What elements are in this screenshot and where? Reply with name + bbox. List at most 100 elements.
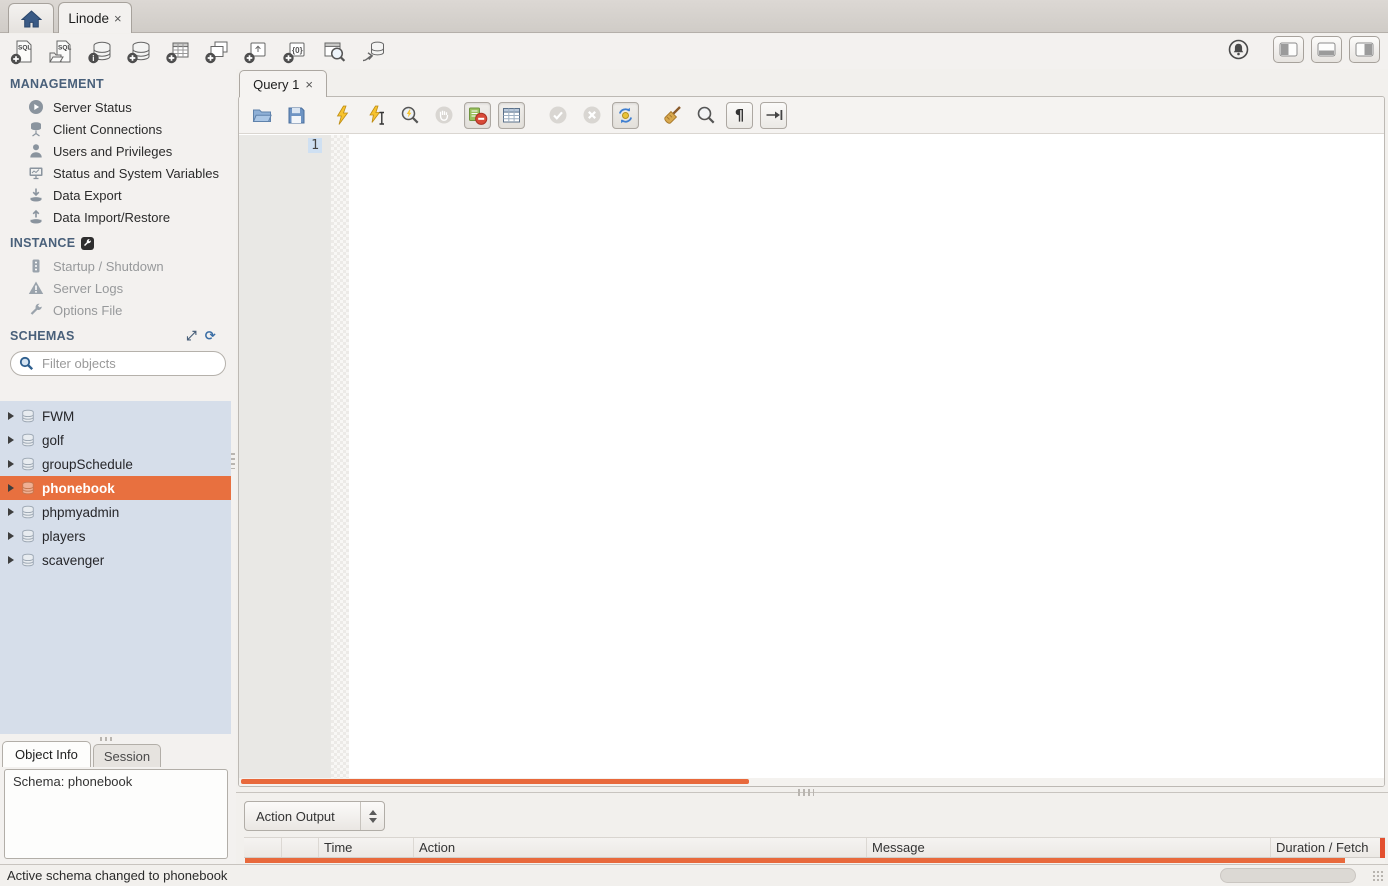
sidebar-item-options-file[interactable]: Options File (0, 299, 236, 321)
save-script-button[interactable] (282, 102, 309, 129)
stop-query-button[interactable] (430, 102, 457, 129)
data-export-icon (28, 187, 44, 203)
sidebar-item-label: Data Export (53, 188, 122, 203)
sidebar-item-data-import[interactable]: Data Import/Restore (0, 206, 236, 228)
schema-row-players[interactable]: players (0, 524, 231, 548)
sidebar-item-server-status[interactable]: Server Status (0, 96, 236, 118)
object-info-text: Schema: phonebook (13, 774, 132, 789)
schema-name: groupSchedule (42, 457, 133, 472)
output-vertical-scrollbar-thumb[interactable] (1380, 838, 1385, 858)
select-stepper[interactable] (360, 802, 384, 830)
expander-triangle-icon[interactable] (8, 460, 14, 468)
instance-title-label: INSTANCE (10, 236, 75, 250)
tab-object-info[interactable]: Object Info (2, 741, 91, 767)
toggle-bottom-panel-button[interactable] (1311, 36, 1342, 63)
output-hscroll-thumb[interactable] (245, 858, 1345, 863)
filter-objects-input[interactable] (40, 355, 220, 372)
create-view-button[interactable] (202, 38, 232, 66)
commit-button[interactable] (544, 102, 571, 129)
schema-tree: FWM golf groupSchedule phonebook phpmyad… (0, 401, 231, 734)
editor-toolbar: ¶ (239, 97, 1384, 134)
schema-row-phonebook[interactable]: phonebook (0, 476, 231, 500)
stepper-down-icon (369, 818, 377, 823)
database-info-button[interactable]: i (85, 38, 115, 66)
close-icon[interactable]: × (114, 12, 122, 25)
create-procedure-button[interactable] (241, 38, 271, 66)
sql-editor-panel: ¶ 1 (238, 96, 1385, 787)
reconnect-database-button[interactable] (358, 38, 388, 66)
notifications-icon[interactable] (1227, 38, 1250, 61)
home-tab[interactable] (8, 3, 54, 33)
output-type-select[interactable]: Action Output (244, 801, 385, 831)
output-splitter[interactable] (236, 788, 1388, 797)
sidebar-splitter-handle[interactable] (231, 453, 235, 469)
toggle-stop-on-error-button[interactable] (464, 102, 491, 129)
toggle-right-panel-icon (1355, 42, 1374, 57)
explain-plan-button[interactable] (396, 102, 423, 129)
new-sql-tab-button[interactable]: SQL (7, 38, 37, 66)
create-schema-button[interactable] (124, 38, 154, 66)
editor-hscroll-thumb[interactable] (241, 779, 749, 784)
editor-text-area[interactable] (349, 135, 1384, 778)
open-script-button[interactable] (248, 102, 275, 129)
expander-triangle-icon[interactable] (8, 532, 14, 540)
connection-tab-linode[interactable]: Linode × (58, 2, 132, 33)
column-header-time: Time (319, 838, 414, 857)
sidebar-item-status-system-variables[interactable]: Status and System Variables (0, 162, 236, 184)
toggle-left-panel-button[interactable] (1273, 36, 1304, 63)
execute-current-button[interactable] (362, 102, 389, 129)
rollback-button[interactable] (578, 102, 605, 129)
splitter-grip-icon[interactable] (798, 789, 814, 796)
sql-icon-label: SQL (18, 44, 31, 51)
schema-row-fwm[interactable]: FWM (0, 404, 231, 428)
schema-row-groupschedule[interactable]: groupSchedule (0, 452, 231, 476)
open-sql-script-button[interactable]: SQL (46, 38, 76, 66)
status-scrollbar-thumb[interactable] (1220, 868, 1356, 883)
sidebar-item-data-export[interactable]: Data Export (0, 184, 236, 206)
main-area: Query 1 × (236, 69, 1388, 864)
wrench-badge-icon (81, 237, 94, 250)
schema-filter[interactable] (10, 351, 226, 376)
sidebar-item-label: Data Import/Restore (53, 210, 170, 225)
editor-horizontal-scrollbar[interactable] (239, 778, 1384, 786)
clear-query-button[interactable] (658, 102, 685, 129)
tab-query-1[interactable]: Query 1 × (239, 70, 327, 97)
sidebar-item-server-logs[interactable]: Server Logs (0, 277, 236, 299)
tab-session[interactable]: Session (93, 744, 161, 767)
limit-rows-button[interactable] (498, 102, 525, 129)
toggle-autocommit-button[interactable] (612, 102, 639, 129)
schema-row-phpmyadmin[interactable]: phpmyadmin (0, 500, 231, 524)
expand-icon[interactable]: ⤢ (186, 330, 197, 343)
expander-triangle-icon[interactable] (8, 436, 14, 444)
create-table-button[interactable] (163, 38, 193, 66)
refresh-icon[interactable]: ⟳ (205, 330, 216, 343)
sql-editor-body[interactable]: 1 (239, 135, 1384, 786)
schema-row-golf[interactable]: golf (0, 428, 231, 452)
schema-row-scavenger[interactable]: scavenger (0, 548, 231, 572)
create-function-button[interactable]: {0} (280, 38, 310, 66)
sidebar-item-users-privileges[interactable]: Users and Privileges (0, 140, 236, 162)
expander-triangle-icon[interactable] (8, 556, 14, 564)
expander-triangle-icon[interactable] (8, 508, 14, 516)
tab-label: Session (104, 749, 150, 764)
close-icon[interactable]: × (305, 78, 313, 91)
toggle-word-wrap-button[interactable] (760, 102, 787, 129)
object-info-content: Schema: phonebook (4, 769, 228, 859)
sidebar-item-label: Server Logs (53, 281, 123, 296)
execute-all-button[interactable] (328, 102, 355, 129)
sidebar-item-startup-shutdown[interactable]: Startup / Shutdown (0, 255, 236, 277)
schema-name: FWM (42, 409, 74, 424)
toggle-left-panel-icon (1279, 42, 1298, 57)
output-select-label: Action Output (245, 809, 360, 824)
toolbar-right-group (1227, 36, 1380, 63)
expander-triangle-icon[interactable] (8, 484, 14, 492)
schema-name: phpmyadmin (42, 505, 119, 520)
find-button[interactable] (692, 102, 719, 129)
search-table-data-button[interactable] (319, 38, 349, 66)
schemas-title-label: SCHEMAS (10, 329, 75, 343)
toggle-right-panel-button[interactable] (1349, 36, 1380, 63)
window-resize-grip[interactable] (1372, 870, 1384, 882)
expander-triangle-icon[interactable] (8, 412, 14, 420)
toggle-invisible-chars-button[interactable]: ¶ (726, 102, 753, 129)
sidebar-item-client-connections[interactable]: Client Connections (0, 118, 236, 140)
